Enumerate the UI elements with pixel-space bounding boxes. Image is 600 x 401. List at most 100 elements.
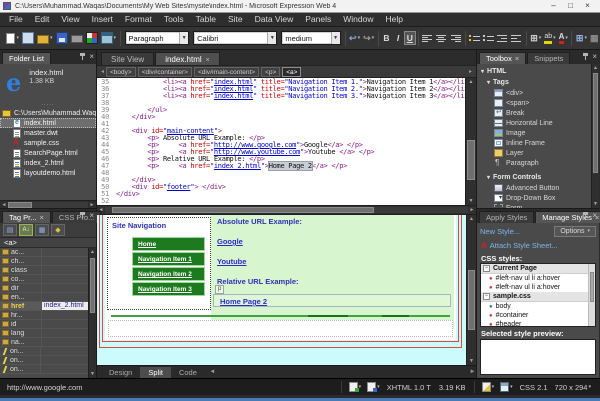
print-button[interactable] xyxy=(70,30,84,47)
decrease-indent-button[interactable] xyxy=(496,30,509,47)
breadcrumb-chip-p[interactable]: <p> xyxy=(261,67,280,77)
numbered-list-button[interactable] xyxy=(468,30,481,47)
grid-toggle[interactable]: ▾ xyxy=(500,382,513,392)
open-site-button[interactable] xyxy=(21,30,35,47)
toolbox-span[interactable]: <span> xyxy=(477,98,591,108)
design-nav-navigation-item-3[interactable]: Navigation Item 3 xyxy=(132,282,205,296)
style-group-current-page[interactable]: −Current Page xyxy=(481,264,595,274)
design-nav-navigation-item-2[interactable]: Navigation Item 2 xyxy=(132,267,205,281)
css-schema-indicator[interactable]: CSS 2.1 xyxy=(520,383,548,392)
toolbox-layer[interactable]: Layer xyxy=(477,148,591,158)
scroll-down-icon[interactable]: ▼ xyxy=(89,370,96,378)
breadcrumb-chip-body[interactable]: <body> xyxy=(106,67,136,77)
scroll-down-icon[interactable]: ▼ xyxy=(467,357,476,365)
property-row-lang[interactable]: lang xyxy=(0,329,88,338)
toolbox-drop-down-box[interactable]: Drop-Down Box xyxy=(477,193,591,203)
superpreview-button[interactable] xyxy=(85,30,99,47)
home-page-2-link[interactable]: Home Page 2 xyxy=(220,297,267,306)
pin-icon[interactable] xyxy=(582,211,589,220)
toolbox-tags[interactable]: ▾Tags xyxy=(477,77,591,88)
toolbox-paragraph[interactable]: Paragraph xyxy=(477,158,591,168)
maximize-button[interactable]: □ xyxy=(562,0,579,12)
scroll-down-icon[interactable]: ▼ xyxy=(466,197,476,205)
table-options-button[interactable]: ▦ xyxy=(589,30,600,47)
align-right-button[interactable] xyxy=(449,30,462,47)
minimize-button[interactable]: – xyxy=(545,0,562,12)
menu-format[interactable]: Format xyxy=(119,13,158,26)
file-layoutdemo-html[interactable]: layoutdemo.html xyxy=(0,168,96,178)
selected-paragraph-box[interactable]: Home Page 2 xyxy=(213,294,451,307)
menu-window[interactable]: Window xyxy=(337,13,379,26)
preview-in-browser-button[interactable]: ▾ xyxy=(100,30,118,47)
underline-button[interactable]: U xyxy=(404,31,416,45)
breadcrumb-scroll-right-icon[interactable]: ▸ xyxy=(467,68,474,75)
toolbox-form[interactable]: Form xyxy=(477,203,591,208)
menu-table[interactable]: Table xyxy=(190,13,222,26)
file-searchpage-html[interactable]: SearchPage.html xyxy=(0,148,96,158)
pin-icon[interactable] xyxy=(79,211,86,220)
toolbox-horizontal-line[interactable]: Horizontal Line xyxy=(477,118,591,128)
visual-aids-toggle[interactable]: ▾ xyxy=(349,382,362,392)
property-row-hr[interactable]: hr... xyxy=(0,311,88,320)
scroll-right-icon[interactable]: ► xyxy=(468,207,476,213)
youtube-link[interactable]: Youtube xyxy=(217,257,246,266)
close-icon[interactable]: × xyxy=(89,212,94,220)
code-hscrollbar[interactable]: ◄ ► xyxy=(97,205,476,215)
insert-table-button[interactable]: ⊞▾ xyxy=(575,30,588,47)
folder-list-hscrollbar[interactable]: ◄ ► xyxy=(0,200,96,208)
align-left-button[interactable] xyxy=(421,30,434,47)
tab-snippets[interactable]: Snippets xyxy=(527,52,570,64)
page-size-selector[interactable]: 720 x 294▾ xyxy=(555,383,591,392)
style-application-toggle[interactable]: ▾ xyxy=(367,382,380,392)
file-master-dwt[interactable]: master.dwt xyxy=(0,128,96,138)
paragraph-style-dropdown[interactable]: Paragraph▼ xyxy=(125,31,190,45)
tab-tag-properties[interactable]: Tag Pr...× xyxy=(2,211,51,223)
menu-insert[interactable]: Insert xyxy=(86,13,119,26)
menu-site[interactable]: Site xyxy=(222,13,249,26)
breadcrumb-chip-div-container[interactable]: <div#container> xyxy=(138,67,192,77)
design-vscrollbar[interactable]: ▲ ▼ xyxy=(466,215,476,365)
italic-button[interactable]: I xyxy=(392,31,404,45)
file-index-html[interactable]: index.html xyxy=(0,118,96,128)
tag-properties-vscrollbar[interactable]: ▲ ▼ xyxy=(88,248,96,378)
menu-data-view[interactable]: Data View xyxy=(249,13,300,26)
highlight-button[interactable]: ab▾ xyxy=(543,30,556,47)
scroll-down-icon[interactable]: ▼ xyxy=(592,200,599,208)
file-sample-css[interactable]: sample.css xyxy=(0,138,96,148)
close-icon[interactable]: × xyxy=(592,212,597,220)
style-rule-header[interactable]: ●#header xyxy=(481,320,595,327)
summary-button[interactable]: ◆ xyxy=(51,224,65,236)
tab-apply-styles[interactable]: Apply Styles xyxy=(479,211,534,223)
menu-file[interactable]: File xyxy=(3,13,29,26)
bullet-list-button[interactable] xyxy=(482,30,495,47)
close-button[interactable]: × xyxy=(579,0,596,12)
tab-folder-list[interactable]: Folder List xyxy=(2,52,51,64)
site-root-folder[interactable]: C:\Users\Muhammad.Waqas\Do xyxy=(0,108,96,118)
alphabetical-sort-button[interactable]: A↓ xyxy=(19,224,33,236)
code-vscrollbar[interactable]: ▲ ▼ xyxy=(465,78,476,205)
style-rule-body[interactable]: ●body xyxy=(481,302,595,311)
scroll-up-icon[interactable]: ▲ xyxy=(592,64,599,72)
new-document-button[interactable]: ▾ xyxy=(4,30,21,47)
close-icon[interactable]: × xyxy=(592,53,597,61)
property-row-na[interactable]: na... xyxy=(0,338,88,347)
property-row-href[interactable]: hrefindex_2.html xyxy=(0,302,88,311)
scroll-left-icon[interactable]: ◄ xyxy=(0,202,8,208)
property-row-ch[interactable]: ch... xyxy=(0,257,88,266)
toolbox-html[interactable]: ▾HTML xyxy=(477,66,591,77)
design-nav-navigation-item-1[interactable]: Navigation Item 1 xyxy=(132,252,205,266)
close-icon[interactable]: × xyxy=(206,57,210,64)
footer-block[interactable] xyxy=(108,320,453,337)
doctype-indicator[interactable]: XHTML 1.0 T xyxy=(387,383,431,392)
main-content-block[interactable]: Absolute URL Example: Google Youtube Rel… xyxy=(211,215,454,329)
font-family-dropdown[interactable]: Calibri▼ xyxy=(193,31,277,45)
toolbox-image[interactable]: Image xyxy=(477,128,591,138)
bold-button[interactable]: B xyxy=(381,31,393,45)
property-row-on[interactable]: on... xyxy=(0,365,88,374)
style-list-vscrollbar[interactable] xyxy=(588,264,595,326)
toolbox-form-controls[interactable]: ▾Form Controls xyxy=(477,172,591,183)
toolbox-vscrollbar[interactable]: ▲ ▼ xyxy=(591,64,599,208)
menu-tools[interactable]: Tools xyxy=(158,13,190,26)
menu-edit[interactable]: Edit xyxy=(29,13,56,26)
style-rule-left-nav-ul-li-a-hover[interactable]: ●#left-nav ul li a:hover xyxy=(481,274,595,283)
